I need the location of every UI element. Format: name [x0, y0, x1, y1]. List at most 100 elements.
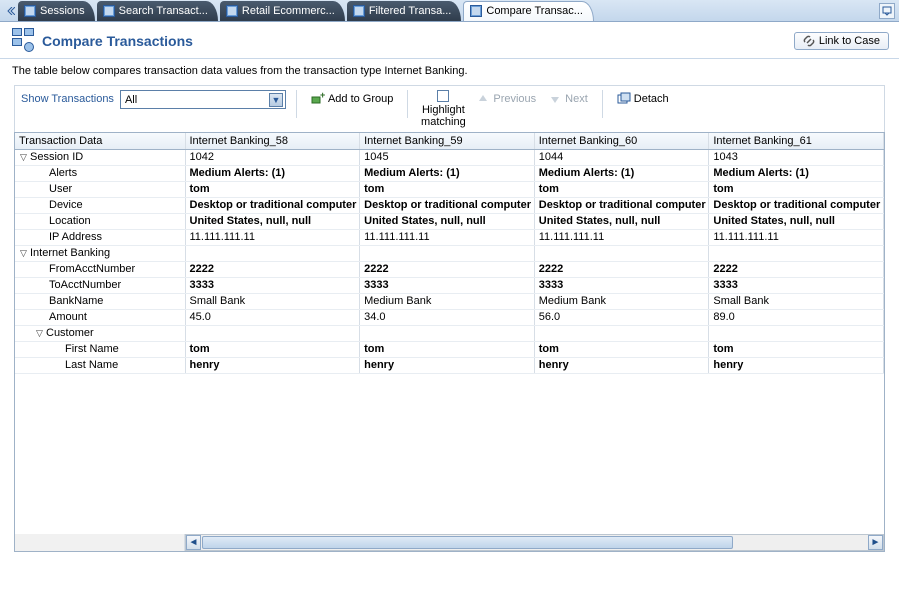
- cell-value: tom: [709, 341, 884, 357]
- scroll-right-button[interactable]: ►: [868, 535, 883, 550]
- row-label: Last Name: [15, 357, 185, 373]
- cell-value: 34.0: [360, 309, 535, 325]
- cell-value: 11.111.111.11: [534, 229, 709, 245]
- tab-label: Retail Ecommerc...: [242, 5, 335, 17]
- cell-value: 89.0: [709, 309, 884, 325]
- column-header-value[interactable]: Internet Banking_58: [185, 133, 360, 149]
- cell-value: [534, 245, 709, 261]
- cell-value: 11.111.111.11: [709, 229, 884, 245]
- cell-value: 1042: [185, 149, 360, 165]
- tab-bar: Sessions Search Transact... Retail Ecommer…: [0, 0, 899, 22]
- link-to-case-button[interactable]: Link to Case: [794, 32, 889, 50]
- cell-value: tom: [534, 181, 709, 197]
- chevron-left-icon: [7, 7, 15, 15]
- cell-value: [709, 245, 884, 261]
- tab-3[interactable]: Filtered Transa...: [347, 1, 462, 21]
- cell-value: henry: [360, 357, 535, 373]
- cell-value: 3333: [185, 277, 360, 293]
- add-to-group-icon: +: [311, 92, 325, 106]
- next-button[interactable]: Next: [544, 90, 592, 108]
- show-transactions-select[interactable]: All ▼: [120, 90, 286, 109]
- row-label: Device: [15, 197, 185, 213]
- detach-label: Detach: [634, 93, 669, 105]
- previous-label: Previous: [493, 93, 536, 105]
- cell-value: Medium Alerts: (1): [709, 165, 884, 181]
- cell-value: 3333: [534, 277, 709, 293]
- cell-value: Small Bank: [185, 293, 360, 309]
- scroll-left-button[interactable]: ◄: [186, 535, 201, 550]
- add-to-group-button[interactable]: + Add to Group: [307, 90, 397, 108]
- arrow-up-icon: [476, 92, 490, 106]
- tab-0[interactable]: Sessions: [18, 1, 95, 21]
- tab-icon: [103, 5, 115, 17]
- highlight-matching-control: Highlight matching: [418, 90, 468, 128]
- column-header-value[interactable]: Internet Banking_59: [360, 133, 535, 149]
- table-row: AlertsMedium Alerts: (1)Medium Alerts: (…: [15, 165, 884, 181]
- tab-4[interactable]: Compare Transac...: [463, 1, 594, 21]
- cell-value: henry: [185, 357, 360, 373]
- row-label: Location: [15, 213, 185, 229]
- cell-value: [185, 325, 360, 341]
- tab-icon: [24, 5, 36, 17]
- highlight-matching-label: Highlight matching: [418, 104, 468, 128]
- cell-value: Desktop or traditional computer: [709, 197, 884, 213]
- column-header-key[interactable]: Transaction Data: [15, 133, 185, 149]
- cell-value: 1043: [709, 149, 884, 165]
- cell-value: tom: [185, 181, 360, 197]
- row-label: User: [15, 181, 185, 197]
- previous-button[interactable]: Previous: [472, 90, 540, 108]
- row-label: FromAcctNumber: [15, 261, 185, 277]
- cell-value: 1044: [534, 149, 709, 165]
- table-row: LocationUnited States, null, nullUnited …: [15, 213, 884, 229]
- tab-2[interactable]: Retail Ecommerc...: [220, 1, 345, 21]
- column-header-value[interactable]: Internet Banking_60: [534, 133, 709, 149]
- table-row: DeviceDesktop or traditional computerDes…: [15, 197, 884, 213]
- table-row: Usertomtomtomtom: [15, 181, 884, 197]
- cell-value: Medium Bank: [360, 293, 535, 309]
- table-row: Last Namehenryhenryhenryhenry: [15, 357, 884, 373]
- add-to-group-label: Add to Group: [328, 93, 393, 105]
- tab-overflow-button[interactable]: [879, 3, 895, 19]
- tab-1[interactable]: Search Transact...: [97, 1, 218, 21]
- cell-value: Medium Bank: [534, 293, 709, 309]
- tree-toggle-icon[interactable]: ▽: [19, 152, 28, 163]
- tab-label: Search Transact...: [119, 5, 208, 17]
- cell-value: 2222: [709, 261, 884, 277]
- page-subtext: The table below compares transaction dat…: [0, 59, 899, 85]
- cell-value: tom: [360, 181, 535, 197]
- overflow-icon: [882, 6, 892, 16]
- next-label: Next: [565, 93, 588, 105]
- detach-icon: [617, 92, 631, 106]
- tab-label: Filtered Transa...: [369, 5, 452, 17]
- link-icon: [803, 35, 815, 47]
- cell-value: Medium Alerts: (1): [360, 165, 535, 181]
- row-label: Alerts: [15, 165, 185, 181]
- table-row: FromAcctNumber2222222222222222: [15, 261, 884, 277]
- cell-value: United States, null, null: [360, 213, 535, 229]
- row-label: ▽Internet Banking: [15, 245, 185, 261]
- show-transactions-label: Show Transactions: [21, 90, 114, 105]
- tab-scroll-left[interactable]: [4, 4, 18, 18]
- tab-label: Compare Transac...: [486, 5, 583, 17]
- cell-value: Desktop or traditional computer: [185, 197, 360, 213]
- tab-icon: [470, 5, 482, 17]
- row-label: ▽Customer: [15, 325, 185, 341]
- cell-value: [709, 325, 884, 341]
- detach-button[interactable]: Detach: [613, 90, 673, 108]
- highlight-matching-checkbox[interactable]: [437, 90, 449, 102]
- cell-value: United States, null, null: [534, 213, 709, 229]
- column-header-value[interactable]: Internet Banking_61: [709, 133, 884, 149]
- row-label: BankName: [15, 293, 185, 309]
- tree-toggle-icon[interactable]: ▽: [35, 328, 44, 339]
- cell-value: 56.0: [534, 309, 709, 325]
- tree-toggle-icon[interactable]: ▽: [19, 248, 28, 259]
- table-row: Amount45.034.056.089.0: [15, 309, 884, 325]
- scroll-thumb[interactable]: [202, 536, 733, 549]
- row-label: ▽Session ID: [15, 149, 185, 165]
- cell-value: tom: [534, 341, 709, 357]
- dropdown-arrow-icon: ▼: [269, 93, 283, 107]
- cell-value: Desktop or traditional computer: [534, 197, 709, 213]
- cell-value: United States, null, null: [185, 213, 360, 229]
- tab-label: Sessions: [40, 5, 85, 17]
- cell-value: Medium Alerts: (1): [534, 165, 709, 181]
